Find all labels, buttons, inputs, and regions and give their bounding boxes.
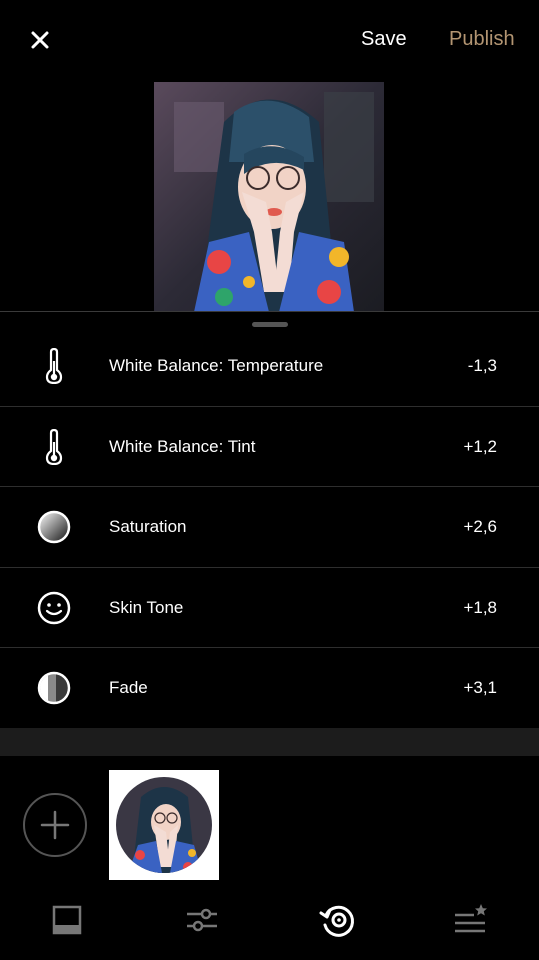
close-button[interactable]: [26, 26, 54, 54]
top-bar: Save Publish: [0, 0, 539, 80]
publish-button[interactable]: Publish: [449, 28, 515, 51]
thermometer-icon: [36, 348, 72, 384]
add-button[interactable]: [23, 793, 87, 857]
adjustment-row-temperature[interactable]: White Balance: Temperature -1,3: [0, 326, 539, 407]
adjustment-row-skin-tone[interactable]: Skin Tone +1,8: [0, 568, 539, 649]
history-recipe-icon: [319, 905, 354, 937]
nav-recipes[interactable]: [450, 900, 490, 940]
nav-presets[interactable]: [47, 900, 87, 940]
adjustment-value: +1,8: [463, 597, 497, 617]
nav-adjust[interactable]: [182, 900, 222, 940]
adjustment-label: Saturation: [109, 517, 187, 537]
save-button[interactable]: Save: [361, 28, 407, 51]
nav-history[interactable]: [317, 900, 357, 940]
photo-preview: [154, 82, 384, 312]
section-divider: [0, 728, 539, 756]
saturation-icon: [36, 509, 72, 545]
adjustment-value: +3,1: [463, 678, 497, 698]
adjustment-value: -1,3: [467, 356, 497, 375]
sliders-icon: [187, 908, 217, 932]
adjustments-list: White Balance: Temperature -1,3 White Ba…: [0, 326, 539, 729]
fade-icon: [36, 670, 72, 706]
adjustment-value: +2,6: [463, 517, 497, 537]
bottom-nav: [0, 890, 539, 950]
adjustment-label: White Balance: Tint: [109, 436, 256, 456]
thermometer-icon: [36, 428, 72, 465]
recipe-thumbnail-image: [116, 777, 212, 873]
plus-icon: [40, 810, 70, 840]
adjustments-panel: White Balance: Temperature -1,3 White Ba…: [0, 311, 539, 728]
presets-icon: [52, 905, 82, 935]
adjustment-row-tint[interactable]: White Balance: Tint +1,2: [0, 407, 539, 488]
adjustment-value: +1,2: [463, 436, 497, 456]
photo-preview-image: [154, 82, 384, 312]
recipe-thumbnail[interactable]: [109, 770, 219, 880]
adjustment-label: Skin Tone: [109, 597, 184, 617]
adjustment-label: White Balance: Temperature: [109, 356, 324, 375]
smiley-face-icon: [36, 590, 72, 626]
adjustment-label: Fade: [109, 678, 148, 698]
close-icon: [31, 31, 49, 49]
recipes-star-icon: [455, 904, 487, 933]
adjustment-row-saturation[interactable]: Saturation +2,6: [0, 487, 539, 568]
adjustment-row-fade[interactable]: Fade +3,1: [0, 648, 539, 729]
